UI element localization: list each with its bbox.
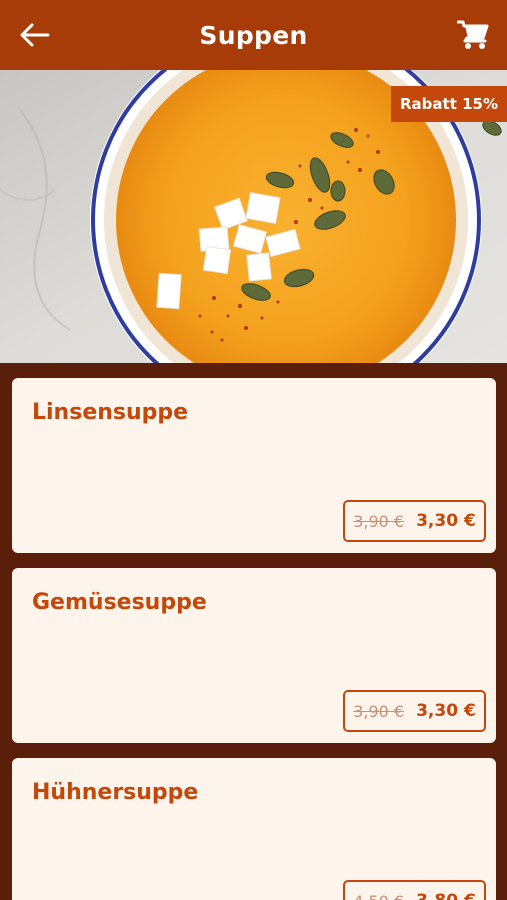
old-price: 3,90 €	[353, 511, 405, 531]
current-price: 3,80 €	[416, 891, 476, 900]
old-price: 4,50 €	[353, 892, 404, 900]
product-name: Hühnersuppe	[32, 780, 199, 805]
product-name: Linsensuppe	[32, 400, 189, 425]
price-box: 3,90 € 3,30 €	[343, 500, 486, 542]
page-title: Suppen	[199, 20, 308, 50]
product-card[interactable]: Gemüsesuppe 3,90 € 3,30 €	[12, 568, 496, 743]
shopping-cart-icon	[457, 20, 489, 49]
arrow-left-icon	[20, 23, 50, 47]
back-button[interactable]	[14, 17, 54, 53]
price-box: 3,90 € 3,30 €	[343, 690, 486, 732]
product-list: Linsensuppe 3,90 € 3,30 € Gemüsesuppe 3,…	[0, 363, 507, 900]
product-name: Gemüsesuppe	[32, 590, 207, 615]
current-price: 3,30 €	[416, 701, 476, 721]
discount-badge: Rabatt 15%	[391, 86, 507, 122]
product-card[interactable]: Linsensuppe 3,90 € 3,30 €	[12, 378, 496, 553]
app-header: Suppen	[0, 0, 507, 70]
cart-button[interactable]	[453, 15, 493, 55]
old-price: 3,90 €	[353, 701, 405, 721]
price-box: 4,50 € 3,80 €	[343, 880, 486, 900]
current-price: 3,30 €	[416, 511, 476, 531]
product-card[interactable]: Hühnersuppe 4,50 € 3,80 €	[12, 758, 496, 900]
